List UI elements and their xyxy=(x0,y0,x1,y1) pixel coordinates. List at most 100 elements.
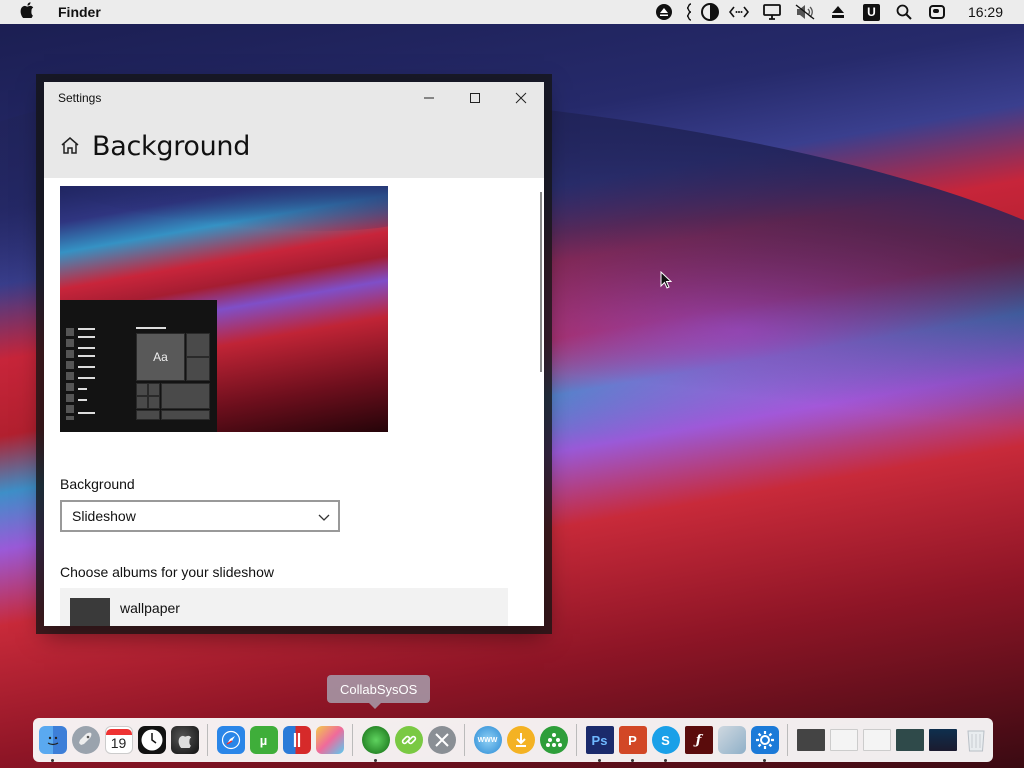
albums-label: Choose albums for your slideshow xyxy=(60,564,274,580)
dock-tooltip: CollabSysOS xyxy=(327,675,431,709)
settings-window: Settings Background Aa Background Slides… xyxy=(44,82,544,626)
dock-settings[interactable] xyxy=(748,720,781,762)
dock-preview-app[interactable] xyxy=(313,720,346,760)
dock-separator xyxy=(207,724,208,756)
finder-icon xyxy=(38,726,67,754)
trash-icon xyxy=(962,726,990,754)
preview-tile xyxy=(148,383,160,396)
eject-icon[interactable] xyxy=(648,0,681,24)
active-app-name[interactable]: Finder xyxy=(58,4,101,20)
preview-start-line xyxy=(78,336,95,338)
apple-logo-icon xyxy=(170,726,199,754)
dock-file-app[interactable] xyxy=(715,720,748,760)
menu-bar: Finder U 16:29 xyxy=(0,0,1024,24)
preview-start-menu: Aa xyxy=(60,300,217,432)
safari-compass-icon xyxy=(216,726,245,754)
preview-tiles-heading xyxy=(136,327,166,329)
eject-triangle-icon[interactable] xyxy=(822,0,855,24)
parallels-icon xyxy=(282,726,311,754)
apple-menu-icon[interactable] xyxy=(20,1,40,23)
preview-wave xyxy=(60,186,388,246)
dock-www-app[interactable]: WWW xyxy=(471,720,504,760)
background-label: Background xyxy=(60,476,135,492)
u-app-label: U xyxy=(862,3,880,21)
window-thumbnail-icon xyxy=(928,729,957,751)
dock-separator xyxy=(787,724,788,756)
dock-window-thumb-4[interactable] xyxy=(893,720,926,760)
tools-icon xyxy=(427,726,456,754)
dock-trash[interactable] xyxy=(959,720,992,760)
preview-tile xyxy=(186,357,210,381)
window-thumbnail-icon xyxy=(829,729,858,751)
running-indicator xyxy=(374,759,377,762)
spotlight-search-icon[interactable] xyxy=(888,0,921,24)
dock-finder[interactable] xyxy=(36,720,69,762)
dock-window-thumb-5[interactable] xyxy=(926,720,959,760)
photoshop-icon: Ps xyxy=(585,726,614,754)
photos-icon xyxy=(315,726,344,754)
dock-link-app[interactable] xyxy=(392,720,425,760)
window-titlebar[interactable]: Settings xyxy=(44,82,544,114)
close-button[interactable] xyxy=(498,82,544,114)
code-icon[interactable] xyxy=(723,0,756,24)
dock-launchpad[interactable] xyxy=(69,720,102,760)
u-app-icon[interactable]: U xyxy=(855,0,888,24)
green-globe-icon xyxy=(361,726,390,754)
gear-icon xyxy=(750,726,779,754)
home-icon[interactable] xyxy=(58,134,82,158)
dock-green-app[interactable] xyxy=(359,720,392,762)
preview-tile xyxy=(161,410,210,420)
dock-separator xyxy=(576,724,577,756)
running-indicator xyxy=(664,759,667,762)
preview-start-line xyxy=(78,412,95,414)
album-name: wallpaper xyxy=(120,600,180,616)
dock-photoshop[interactable]: Ps xyxy=(583,720,616,762)
maximize-button[interactable] xyxy=(452,82,498,114)
dock-powerpoint[interactable]: P xyxy=(616,720,649,762)
volume-muted-icon[interactable] xyxy=(789,0,822,24)
calendar-icon: 19 xyxy=(104,726,133,754)
background-dropdown[interactable]: Slideshow xyxy=(60,500,340,532)
calendar-day: 19 xyxy=(110,735,127,751)
dock-utorrent[interactable]: µ xyxy=(247,720,280,760)
dock-window-thumb-2[interactable] xyxy=(827,720,860,760)
control-center-toggle-icon xyxy=(929,5,946,19)
powerpoint-icon: P xyxy=(618,726,647,754)
dock-flash[interactable]: ƒ xyxy=(682,720,715,760)
album-thumbnail xyxy=(70,598,110,626)
window-controls xyxy=(406,82,544,114)
dock-tools-app[interactable] xyxy=(425,720,458,760)
settings-content: Aa Background Slideshow Choose albums fo… xyxy=(44,178,544,626)
minimize-button[interactable] xyxy=(406,82,452,114)
mouse-cursor-icon xyxy=(660,271,672,289)
preview-tile xyxy=(186,333,210,357)
dock-window-thumb-3[interactable] xyxy=(860,720,893,760)
background-dropdown-value: Slideshow xyxy=(72,508,136,524)
menu-clock[interactable]: 16:29 xyxy=(968,4,1003,20)
dock: 19 µ WWW Ps P S ƒ xyxy=(33,718,993,762)
window-title: Settings xyxy=(58,91,102,105)
album-list-item[interactable]: wallpaper xyxy=(60,588,508,626)
preview-tile-aa: Aa xyxy=(136,333,185,381)
dock-safari[interactable] xyxy=(214,720,247,760)
dock-window-thumb-1[interactable] xyxy=(794,720,827,760)
dock-dots-app[interactable] xyxy=(537,720,570,760)
contrast-icon[interactable] xyxy=(697,0,723,24)
dock-parallels[interactable] xyxy=(280,720,313,760)
dock-skype[interactable]: S xyxy=(649,720,682,762)
dock-downloader[interactable] xyxy=(504,720,537,760)
content-scrollbar[interactable] xyxy=(540,192,542,372)
file-stack-icon xyxy=(717,726,746,754)
dock-apple-app[interactable] xyxy=(168,720,201,760)
preview-tile xyxy=(161,383,210,409)
dock-separator xyxy=(464,724,465,756)
window-thumbnail-icon xyxy=(895,729,924,751)
script-icon[interactable] xyxy=(681,0,697,24)
running-indicator xyxy=(763,759,766,762)
display-icon[interactable] xyxy=(756,0,789,24)
control-center-icon[interactable] xyxy=(921,0,954,24)
page-header: Background xyxy=(44,114,544,178)
dock-calendar[interactable]: 19 xyxy=(102,720,135,760)
download-arrow-icon xyxy=(506,726,535,754)
dock-clock[interactable] xyxy=(135,720,168,760)
